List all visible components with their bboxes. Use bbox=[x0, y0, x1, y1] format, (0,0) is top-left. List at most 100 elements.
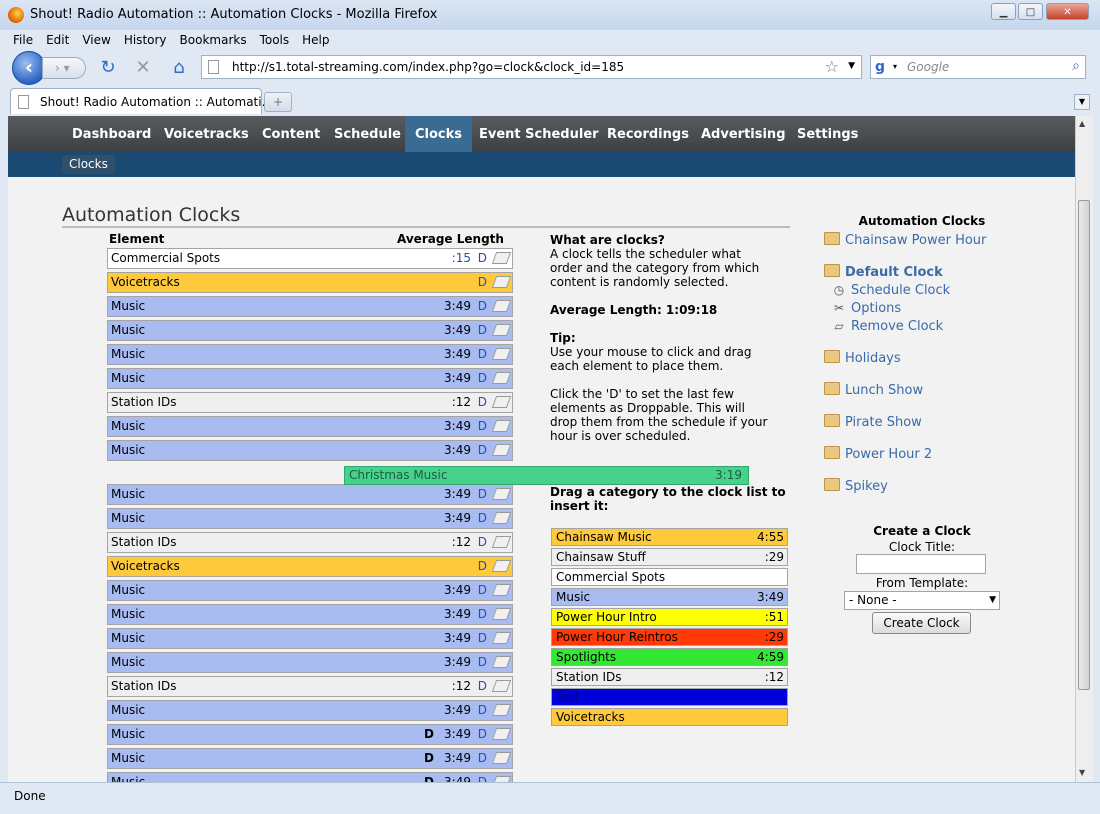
remove-element-icon[interactable] bbox=[491, 560, 512, 572]
category-chainsaw-music[interactable]: Chainsaw Music 4:55 bbox=[551, 528, 788, 546]
droppable-toggle[interactable]: D bbox=[478, 701, 487, 720]
remove-element-icon[interactable] bbox=[491, 608, 512, 620]
scrollbar-thumb[interactable] bbox=[1078, 200, 1090, 690]
maximize-button[interactable]: □ bbox=[1018, 3, 1043, 20]
category-power-hour-reintros[interactable]: Power Hour Reintros:29 bbox=[551, 628, 788, 646]
droppable-toggle[interactable]: D bbox=[478, 441, 487, 460]
menu-edit[interactable]: Edit bbox=[46, 30, 69, 50]
droppable-toggle[interactable]: D bbox=[478, 369, 487, 388]
remove-element-icon[interactable] bbox=[491, 420, 512, 432]
nav-recordings[interactable]: Recordings bbox=[597, 116, 699, 152]
back-button[interactable]: ‹ bbox=[12, 51, 46, 85]
remove-element-icon[interactable] bbox=[491, 300, 512, 312]
clock-element-row[interactable]: Music 3:49 D bbox=[107, 628, 513, 649]
clock-element-row[interactable]: Music 3:49 D bbox=[107, 580, 513, 601]
reload-icon[interactable]: ↻ bbox=[98, 58, 118, 78]
clock-element-row[interactable]: Music 3:49 D bbox=[107, 296, 513, 317]
droppable-toggle[interactable]: D bbox=[478, 393, 487, 412]
clock-element-row[interactable]: Music 3:49 D bbox=[107, 416, 513, 437]
category-spotlights[interactable]: Spotlights 4:59 bbox=[551, 648, 788, 666]
droppable-toggle[interactable]: D bbox=[478, 273, 487, 292]
page-scrollbar[interactable]: ▲ ▼ bbox=[1075, 116, 1093, 782]
category-commercial-spots[interactable]: Commercial Spots bbox=[551, 568, 788, 586]
home-icon[interactable]: ⌂ bbox=[169, 58, 189, 78]
nav-schedule[interactable]: Schedule bbox=[324, 116, 411, 152]
clock-title-input[interactable] bbox=[856, 554, 986, 574]
schedule-clock-link[interactable]: ◷ Schedule Clock bbox=[832, 283, 950, 298]
category-power-hour-intro[interactable]: Power Hour Intro:51 bbox=[551, 608, 788, 626]
category-voicetracks[interactable]: Voicetracks bbox=[551, 708, 788, 726]
clock-element-row[interactable]: Music 3:49 D bbox=[107, 440, 513, 461]
clock-link-holidays[interactable]: Holidays bbox=[824, 350, 901, 366]
options-link[interactable]: ✂ Options bbox=[832, 301, 901, 316]
category-station-ids[interactable]: Station IDs:12 bbox=[551, 668, 788, 686]
clock-element-row[interactable]: Voicetracks D bbox=[107, 272, 513, 293]
clock-element-row[interactable]: Voicetracks D bbox=[107, 556, 513, 577]
url-dropdown-icon[interactable]: ▼ bbox=[848, 61, 855, 71]
create-clock-button[interactable]: Create Clock bbox=[872, 612, 971, 634]
clock-element-row[interactable]: Commercial Spots:15 D bbox=[107, 248, 513, 269]
menu-file[interactable]: File bbox=[13, 30, 33, 50]
droppable-toggle[interactable]: D bbox=[478, 653, 487, 672]
nav-clocks[interactable]: Clocks bbox=[405, 116, 473, 152]
clock-element-row[interactable]: Music D 3:49 D bbox=[107, 724, 513, 745]
nav-settings[interactable]: Settings bbox=[787, 116, 868, 152]
google-engine-icon[interactable]: g bbox=[875, 59, 891, 75]
clock-link-spikey[interactable]: Spikey bbox=[824, 478, 888, 494]
category-chainsaw-stuff[interactable]: Chainsaw Stuff:29 bbox=[551, 548, 788, 566]
dragging-category[interactable]: Christmas Music 3:19 bbox=[344, 466, 749, 485]
remove-element-icon[interactable] bbox=[491, 632, 512, 644]
clock-element-row[interactable]: Music 3:49 D bbox=[107, 344, 513, 365]
clock-link-lunch-show[interactable]: Lunch Show bbox=[824, 382, 923, 398]
remove-element-icon[interactable] bbox=[491, 728, 512, 740]
clock-element-row[interactable]: Music D 3:49 D bbox=[107, 772, 513, 782]
droppable-toggle[interactable]: D bbox=[478, 249, 487, 268]
subnav-clocks[interactable]: Clocks bbox=[62, 155, 115, 174]
clock-element-row[interactable]: Music 3:49 D bbox=[107, 700, 513, 721]
clock-element-row[interactable]: Music 3:49 D bbox=[107, 484, 513, 505]
clock-link-chainsaw-power-hour[interactable]: Chainsaw Power Hour bbox=[824, 232, 986, 248]
droppable-toggle[interactable]: D bbox=[478, 581, 487, 600]
remove-element-icon[interactable] bbox=[491, 536, 512, 548]
remove-element-icon[interactable] bbox=[491, 752, 512, 764]
droppable-toggle[interactable]: D bbox=[478, 297, 487, 316]
nav-event-scheduler[interactable]: Event Scheduler bbox=[469, 116, 609, 152]
tab-list-icon[interactable]: ▼ bbox=[1074, 94, 1090, 110]
category-test[interactable]: Test bbox=[551, 688, 788, 706]
droppable-toggle[interactable]: D bbox=[478, 749, 487, 768]
nav-dashboard[interactable]: Dashboard bbox=[62, 116, 161, 152]
droppable-toggle[interactable]: D bbox=[478, 677, 487, 696]
menu-help[interactable]: Help bbox=[302, 30, 329, 50]
clock-element-row[interactable]: Music 3:49 D bbox=[107, 508, 513, 529]
droppable-toggle[interactable]: D bbox=[478, 605, 487, 624]
clock-element-row[interactable]: Station IDs:12 D bbox=[107, 676, 513, 697]
browser-tab[interactable]: Shout! Radio Automation :: Automati... bbox=[10, 88, 273, 114]
droppable-toggle[interactable]: D bbox=[478, 509, 487, 528]
clock-element-row[interactable]: Music 3:49 D bbox=[107, 604, 513, 625]
remove-element-icon[interactable] bbox=[491, 396, 512, 408]
remove-element-icon[interactable] bbox=[491, 656, 512, 668]
nav-advertising[interactable]: Advertising bbox=[691, 116, 796, 152]
url-bar[interactable]: http://s1.total-streaming.com/index.php?… bbox=[201, 55, 862, 79]
remove-element-icon[interactable] bbox=[491, 512, 512, 524]
remove-element-icon[interactable] bbox=[491, 680, 512, 692]
clock-element-row[interactable]: Station IDs:12 D bbox=[107, 532, 513, 553]
menu-history[interactable]: History bbox=[124, 30, 167, 50]
menu-view[interactable]: View bbox=[82, 30, 110, 50]
menu-tools[interactable]: Tools bbox=[260, 30, 290, 50]
droppable-toggle[interactable]: D bbox=[478, 345, 487, 364]
clock-link-power-hour-2[interactable]: Power Hour 2 bbox=[824, 446, 932, 462]
clock-link-default-clock[interactable]: Default Clock bbox=[824, 264, 943, 280]
new-tab-button[interactable]: + bbox=[264, 92, 292, 112]
remove-element-icon[interactable] bbox=[491, 444, 512, 456]
droppable-toggle[interactable]: D bbox=[478, 725, 487, 744]
menu-bookmarks[interactable]: Bookmarks bbox=[180, 30, 247, 50]
engine-dropdown-icon[interactable]: ▾ bbox=[893, 62, 897, 71]
remove-element-icon[interactable] bbox=[491, 276, 512, 288]
scroll-up-icon[interactable]: ▲ bbox=[1079, 119, 1085, 128]
droppable-toggle[interactable]: D bbox=[478, 557, 487, 576]
remove-element-icon[interactable] bbox=[491, 704, 512, 716]
category-music[interactable]: Music 3:49 bbox=[551, 588, 788, 606]
clock-element-row[interactable]: Music D 3:49 D bbox=[107, 748, 513, 769]
remove-clock-link[interactable]: ▱ Remove Clock bbox=[832, 319, 943, 334]
